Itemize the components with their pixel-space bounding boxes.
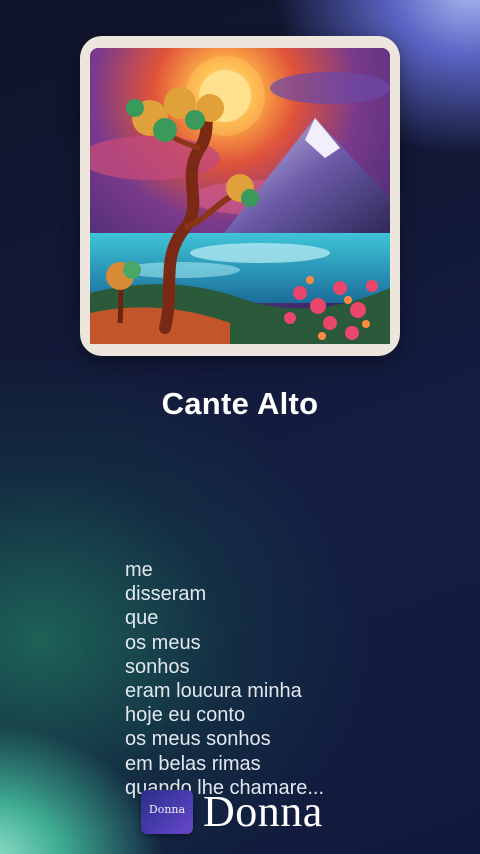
lyric-line: em belas rimas xyxy=(125,752,261,775)
lyric-line: hoje eu conto xyxy=(125,704,246,727)
cover-art-image xyxy=(90,48,390,344)
lyric-line: eram loucura minha xyxy=(125,680,302,703)
brand-badge-label: Donna xyxy=(148,803,186,816)
lyric-line: os meus xyxy=(125,631,201,654)
cover-art xyxy=(80,36,400,356)
lyric-line: sonhos xyxy=(125,655,190,678)
lyric-line: disseram xyxy=(125,583,207,606)
brand-watermark: Donna Donna xyxy=(141,787,341,840)
lyric-line: que xyxy=(125,607,159,630)
brand-name: Donna xyxy=(203,787,323,836)
song-title: Cante Alto xyxy=(161,386,319,421)
brand-logo-icon: Donna xyxy=(141,790,193,834)
lyric-line: me xyxy=(125,559,153,581)
lyrics-text: me disseram que os meus sonhos eram louc… xyxy=(125,558,324,800)
lyric-line: os meus sonhos xyxy=(125,728,271,751)
